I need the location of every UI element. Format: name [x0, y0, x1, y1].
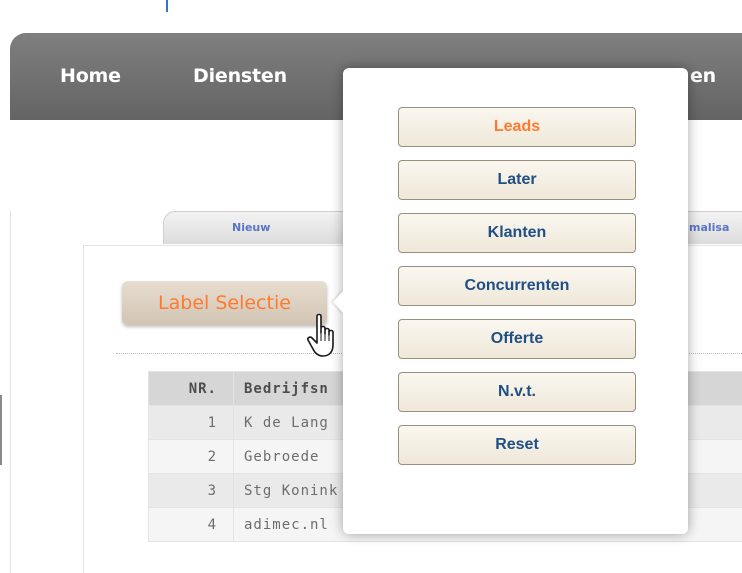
nav-item-home[interactable]: Home — [60, 65, 121, 87]
nav-item-diensten[interactable]: Diensten — [193, 65, 287, 87]
nav-item-partial[interactable]: en — [690, 65, 716, 87]
tab-partial[interactable]: malisa — [689, 221, 729, 234]
tab-nieuw[interactable]: Nieuw — [232, 221, 270, 234]
label-button-klanten[interactable]: Klanten — [398, 213, 636, 253]
left-edge-marker — [0, 395, 2, 465]
top-accent-line — [166, 0, 168, 12]
label-button-offerte[interactable]: Offerte — [398, 319, 636, 359]
label-button-later[interactable]: Later — [398, 160, 636, 200]
table-cell-nr: 2 — [148, 439, 234, 474]
label-button-concurrenten[interactable]: Concurrenten — [398, 266, 636, 306]
popup-pointer-arrow — [333, 290, 344, 314]
label-button-nvt[interactable]: N.v.t. — [398, 372, 636, 412]
label-button-reset[interactable]: Reset — [398, 425, 636, 465]
page: Home Diensten en Nieuw malisa Label Sele… — [0, 0, 742, 573]
table-cell-nr: 4 — [148, 507, 234, 542]
table-cell-nr: 1 — [148, 405, 234, 440]
table-cell-nr: 3 — [148, 473, 234, 508]
label-button-leads[interactable]: Leads — [398, 107, 636, 147]
column-header-nr[interactable]: NR. — [148, 371, 234, 406]
hand-pointer-icon — [306, 313, 342, 359]
label-selectie-button[interactable]: Label Selectie — [122, 281, 327, 325]
